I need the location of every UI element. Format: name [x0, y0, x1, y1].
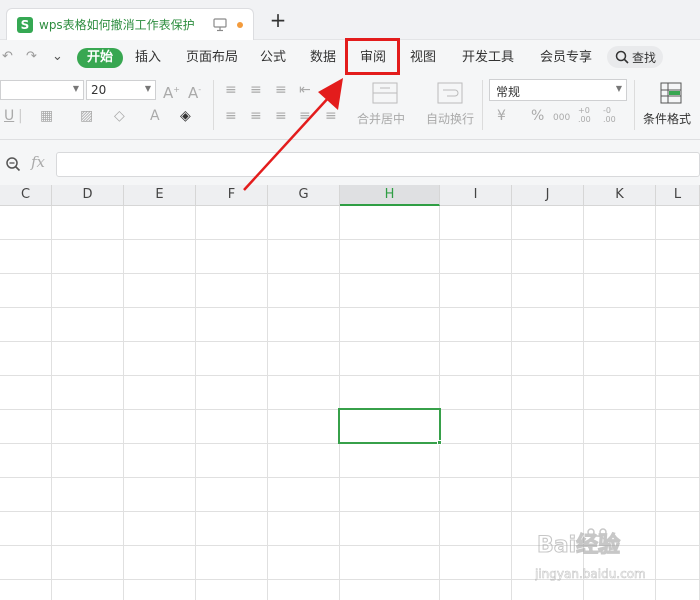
watermark-brand: Bai经验 — [537, 532, 620, 558]
column-header-i[interactable]: I — [440, 185, 512, 206]
currency-button[interactable]: ¥ — [497, 108, 506, 124]
merge-center-label[interactable]: 合并居中 — [357, 110, 405, 127]
grid-row-line — [0, 375, 700, 376]
wrap-text-icon[interactable] — [437, 82, 463, 104]
grid-row-line — [0, 477, 700, 478]
grid-column[interactable] — [268, 206, 340, 600]
grid-column[interactable] — [440, 206, 512, 600]
column-header-g[interactable]: G — [268, 185, 340, 206]
unsaved-indicator — [237, 22, 243, 28]
merge-center-icon[interactable] — [372, 82, 398, 104]
quick-access-dropdown-icon[interactable]: ⌄ — [52, 49, 63, 64]
justify-icon[interactable]: ≡ — [299, 108, 311, 124]
conditional-format-icon[interactable] — [660, 82, 682, 104]
search-label: 查找 — [632, 51, 657, 65]
grid-column[interactable] — [0, 206, 52, 600]
align-top-icon[interactable]: ≡ — [225, 82, 237, 98]
fill-handle[interactable] — [437, 440, 442, 445]
grid-column[interactable] — [340, 206, 440, 600]
chevron-down-icon: ▼ — [144, 84, 151, 93]
tab-insert[interactable]: 插入 — [135, 49, 161, 67]
grid-column[interactable] — [52, 206, 124, 600]
font-size-select[interactable]: 20 ▼ — [86, 80, 156, 100]
search-icon — [615, 50, 629, 64]
column-header-f[interactable]: F — [196, 185, 268, 206]
search-button[interactable]: 查找 — [607, 46, 663, 68]
grid-column[interactable] — [196, 206, 268, 600]
align-left-icon[interactable]: ≡ — [225, 108, 237, 124]
clear-eraser-icon[interactable]: ◈ — [180, 108, 191, 124]
tab-developer-tools[interactable]: 开发工具 — [462, 49, 514, 67]
align-center-icon[interactable]: ≡ — [250, 108, 262, 124]
watermark-url: jingyan.baidu.com — [535, 567, 646, 581]
align-middle-icon[interactable]: ≡ — [250, 82, 262, 98]
column-header-j[interactable]: J — [512, 185, 584, 206]
new-tab-plus-icon[interactable]: + — [268, 10, 288, 30]
fill-color-icon[interactable]: ◇ — [114, 108, 125, 124]
align-bottom-icon[interactable]: ≡ — [275, 82, 287, 98]
decrease-font-size-icon[interactable]: A- — [188, 82, 201, 101]
conditional-format-label[interactable]: 条件格式 — [643, 110, 691, 127]
toolbar-divider — [213, 80, 214, 130]
grid-row-line — [0, 307, 700, 308]
monitor-icon[interactable] — [213, 17, 227, 33]
function-fx-icon[interactable]: fx — [31, 153, 45, 171]
align-right-icon[interactable]: ≡ — [275, 108, 287, 124]
number-format-value: 常规 — [496, 85, 521, 99]
grid-row-line — [0, 511, 700, 512]
decrease-decimal-button[interactable]: -0 .00 — [603, 106, 623, 124]
tab-view[interactable]: 视图 — [410, 49, 436, 67]
indent-increase-icon[interactable]: ⇥ — [325, 82, 337, 98]
font-color-icon[interactable]: A — [150, 108, 160, 124]
toolbar-divider — [634, 80, 635, 130]
underline-icon[interactable]: U — [4, 108, 14, 124]
font-size-value: 20 — [91, 83, 107, 97]
toolbar-divider — [482, 80, 483, 130]
document-tab[interactable]: S wps表格如何撤消工作表保护 — [6, 8, 254, 40]
grid-row-line — [0, 239, 700, 240]
thousands-separator-button[interactable]: 000 — [553, 110, 570, 126]
column-header-d[interactable]: D — [52, 185, 124, 206]
border-icon[interactable]: ▦ — [40, 108, 53, 124]
column-header-k[interactable]: K — [584, 185, 656, 206]
tab-page-layout[interactable]: 页面布局 — [186, 49, 238, 67]
column-header-h[interactable]: H — [340, 185, 440, 206]
chevron-down-icon: ▼ — [72, 84, 79, 93]
tab-formulas[interactable]: 公式 — [260, 49, 286, 67]
wrap-text-label[interactable]: 自动换行 — [426, 110, 474, 127]
zoom-icon[interactable] — [5, 156, 21, 172]
undo-icon[interactable]: ↶ — [2, 49, 13, 64]
grid-column[interactable] — [124, 206, 196, 600]
baidu-jingyan-watermark: Bai经验 jingyan.baidu.com — [535, 528, 646, 581]
redo-icon[interactable]: ↷ — [26, 49, 37, 64]
grid-row-line — [0, 273, 700, 274]
separator-dots: | — [18, 108, 23, 124]
number-format-select[interactable]: 常规 ▼ — [489, 79, 627, 101]
grid-row-line — [0, 341, 700, 342]
tab-member-exclusive[interactable]: 会员专享 — [540, 49, 592, 67]
document-title: wps表格如何撤消工作表保护 — [39, 18, 195, 32]
font-name-select[interactable]: ▼ — [0, 80, 84, 100]
chevron-down-icon: ▼ — [615, 84, 622, 93]
wps-sheet-logo-icon: S — [17, 17, 33, 33]
active-cell[interactable] — [338, 408, 441, 444]
indent-decrease-icon[interactable]: ⇤ — [299, 82, 311, 98]
column-header-c[interactable]: C — [0, 185, 52, 206]
increase-decimal-button[interactable]: +0 .00 — [578, 106, 598, 124]
title-tab-bar: S wps表格如何撤消工作表保护 + — [0, 0, 700, 40]
percent-button[interactable]: % — [531, 108, 544, 124]
distributed-align-icon[interactable]: ≡ — [325, 108, 337, 124]
tab-home[interactable]: 开始 — [77, 48, 124, 68]
column-header-e[interactable]: E — [124, 185, 196, 206]
increase-font-size-icon[interactable]: A+ — [163, 82, 180, 101]
column-header-l[interactable]: L — [656, 185, 700, 206]
tab-data[interactable]: 数据 — [310, 49, 336, 67]
formula-input[interactable] — [56, 152, 700, 177]
cell-style-icon[interactable]: ▨ — [80, 108, 93, 124]
review-tab-highlight — [345, 38, 400, 75]
